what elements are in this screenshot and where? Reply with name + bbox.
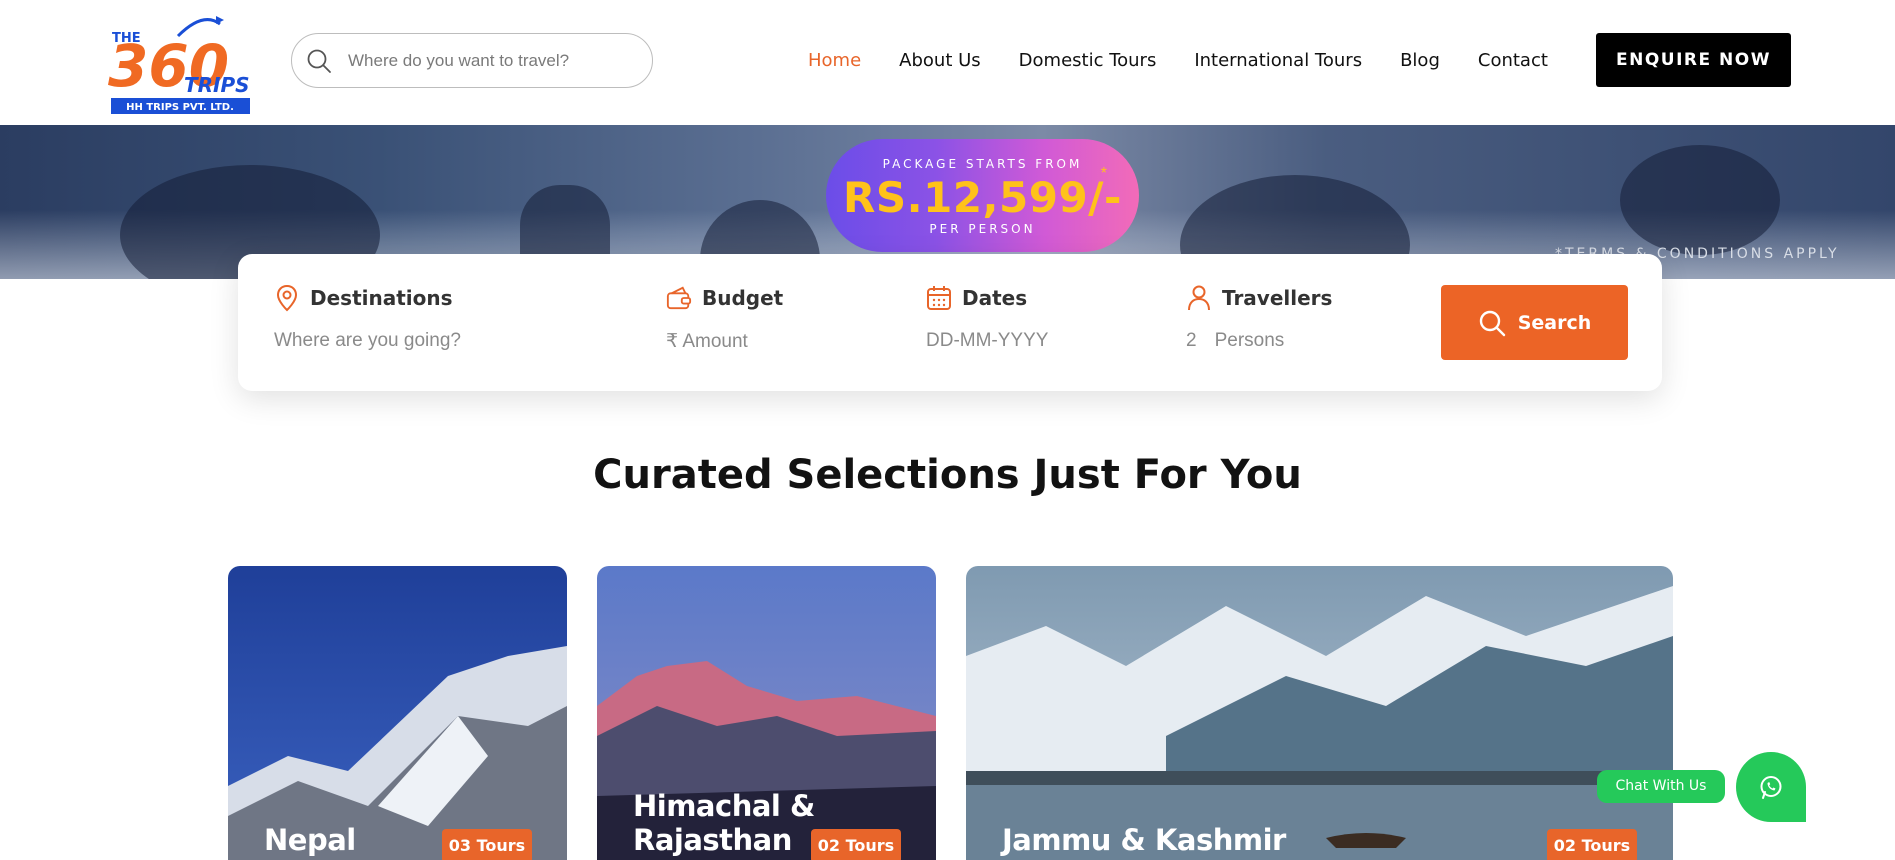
site-logo[interactable]: THE 360 TRIPS HH TRIPS PVT. LTD. [108,6,253,114]
price-badge: PACKAGE STARTS FROM RS.12,599/- PER PERS… [826,139,1139,252]
destinations-label: Destinations [310,286,453,310]
destination-search-input[interactable] [348,50,618,71]
nav-about-us[interactable]: About Us [899,50,981,71]
search-icon [1479,310,1505,336]
travellers-value[interactable]: 2 Persons [1186,330,1332,352]
destination-search-box[interactable] [291,33,653,88]
card-title: Himachal & Rajasthan [633,789,815,857]
nav-blog[interactable]: Blog [1400,50,1440,71]
chat-with-us-label[interactable]: Chat With Us [1597,770,1725,803]
budget-field[interactable]: Budget ₹ Amount [666,284,783,353]
site-header: THE 360 TRIPS HH TRIPS PVT. LTD. Home Ab… [0,0,1895,125]
dates-label: Dates [962,286,1028,310]
card-tour-count: 02 Tours [811,829,901,860]
travellers-label: Travellers [1222,286,1333,310]
card-tour-count: 02 Tours [1547,829,1637,860]
dates-value[interactable]: DD-MM-YYYY [926,330,1048,352]
badge-caption-bottom: PER PERSON [929,222,1036,236]
travellers-count: 2 [1186,330,1197,351]
card-title-line: Rajasthan [633,823,792,857]
booking-search-panel: Destinations Where are you going? Budget… [238,254,1662,391]
badge-star: * [1100,165,1107,182]
budget-label: Budget [702,286,784,310]
destination-card-himachal-rajasthan[interactable]: Himachal & Rajasthan 02 Tours [597,566,936,860]
destination-card-jammu-kashmir[interactable]: Jammu & Kashmir 02 Tours [966,566,1673,860]
nav-international-tours[interactable]: International Tours [1194,50,1362,71]
calendar-icon [927,286,951,310]
logo-graphic: THE 360 TRIPS HH TRIPS PVT. LTD. [108,16,250,114]
dates-field[interactable]: Dates DD-MM-YYYY [926,284,1048,352]
wallet-icon [666,286,692,310]
nepal-mountain-image [228,566,567,860]
whatsapp-icon [1760,776,1782,799]
whatsapp-chat-button[interactable] [1736,752,1806,822]
person-icon [1188,285,1210,311]
search-button[interactable]: Search [1441,285,1628,360]
card-title-line: Himachal & [633,789,815,823]
section-title: Curated Selections Just For You [593,452,1302,498]
main-nav: Home About Us Domestic Tours Internation… [808,50,1586,71]
search-button-label: Search [1517,311,1592,334]
travellers-unit: Persons [1214,330,1285,351]
budget-value[interactable]: ₹ Amount [666,330,783,353]
destinations-field[interactable]: Destinations Where are you going? [274,284,461,352]
nav-contact[interactable]: Contact [1478,50,1548,71]
travellers-field[interactable]: Travellers 2 Persons [1186,284,1332,352]
badge-caption-top: PACKAGE STARTS FROM [882,157,1083,171]
hero-balloon-shape [1620,145,1780,255]
badge-price: RS.12,599/- [843,173,1122,222]
kashmir-lake-image [966,566,1673,860]
nav-domestic-tours[interactable]: Domestic Tours [1019,50,1157,71]
search-icon [307,49,331,73]
destinations-value[interactable]: Where are you going? [274,330,461,352]
destination-card-nepal[interactable]: Nepal 03 Tours [228,566,567,860]
svg-text:HH TRIPS PVT. LTD.: HH TRIPS PVT. LTD. [126,102,234,113]
card-title: Nepal [264,823,356,857]
svg-text:TRIPS: TRIPS [184,73,250,97]
enquire-now-button[interactable]: ENQUIRE NOW [1596,33,1791,87]
card-tour-count: 03 Tours [442,829,532,860]
location-pin-icon [276,284,298,312]
card-title: Jammu & Kashmir [1002,823,1286,857]
nav-home[interactable]: Home [808,50,861,71]
